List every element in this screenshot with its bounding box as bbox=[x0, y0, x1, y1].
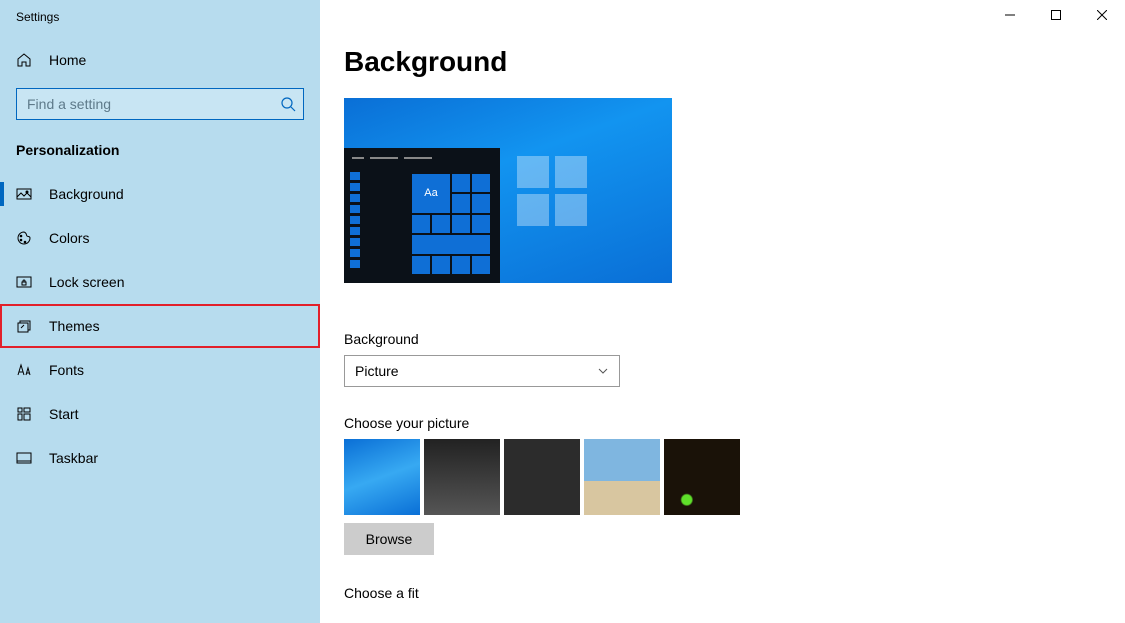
picture-thumb-2[interactable] bbox=[424, 439, 500, 515]
desktop-preview: Aa bbox=[344, 98, 672, 283]
sidebar-item-lockscreen[interactable]: Lock screen bbox=[0, 260, 320, 304]
home-icon bbox=[16, 52, 32, 68]
sidebar-item-themes[interactable]: Themes bbox=[0, 304, 320, 348]
background-label: Background bbox=[344, 331, 1125, 347]
preview-start-menu: Aa bbox=[344, 148, 500, 283]
sidebar-item-start[interactable]: Start bbox=[0, 392, 320, 436]
picture-thumbnails bbox=[344, 439, 1125, 515]
sidebar-item-label: Start bbox=[49, 406, 79, 422]
windows-logo-icon bbox=[517, 156, 587, 226]
sidebar-item-label: Fonts bbox=[49, 362, 84, 378]
sidebar-item-label: Background bbox=[49, 186, 124, 202]
choose-fit-label: Choose a fit bbox=[344, 585, 1125, 601]
sidebar-item-label: Taskbar bbox=[49, 450, 98, 466]
search-box[interactable] bbox=[16, 88, 304, 120]
preview-tile-aa: Aa bbox=[412, 174, 450, 213]
taskbar-icon bbox=[16, 450, 32, 466]
sidebar-item-colors[interactable]: Colors bbox=[0, 216, 320, 260]
picture-thumb-5[interactable] bbox=[664, 439, 740, 515]
sidebar-item-label: Themes bbox=[49, 318, 100, 334]
chevron-down-icon bbox=[597, 365, 609, 377]
lockscreen-icon bbox=[16, 274, 32, 290]
picture-thumb-3[interactable] bbox=[504, 439, 580, 515]
palette-icon bbox=[16, 230, 32, 246]
start-icon bbox=[16, 406, 32, 422]
page-title: Background bbox=[344, 46, 1125, 78]
picture-thumb-1[interactable] bbox=[344, 439, 420, 515]
sidebar-item-label: Lock screen bbox=[49, 274, 124, 290]
sidebar-item-taskbar[interactable]: Taskbar bbox=[0, 436, 320, 480]
sidebar-item-label: Colors bbox=[49, 230, 89, 246]
background-dropdown[interactable]: Picture bbox=[344, 355, 620, 387]
sidebar-item-background[interactable]: Background bbox=[0, 172, 320, 216]
titlebar-controls bbox=[987, 0, 1125, 30]
main-content: Background Aa Background Picture Choose … bbox=[320, 0, 1125, 623]
close-button[interactable] bbox=[1079, 0, 1125, 30]
browse-button[interactable]: Browse bbox=[344, 523, 434, 555]
section-title: Personalization bbox=[0, 136, 320, 172]
sidebar-nav: Background Colors Lock screen Themes Fon… bbox=[0, 172, 320, 480]
app-title: Settings bbox=[0, 10, 320, 42]
choose-picture-label: Choose your picture bbox=[344, 415, 1125, 431]
selection-indicator bbox=[0, 182, 4, 206]
maximize-button[interactable] bbox=[1033, 0, 1079, 30]
search-icon bbox=[280, 96, 296, 112]
picture-thumb-4[interactable] bbox=[584, 439, 660, 515]
sidebar-item-fonts[interactable]: Fonts bbox=[0, 348, 320, 392]
minimize-button[interactable] bbox=[987, 0, 1033, 30]
picture-icon bbox=[16, 186, 32, 202]
home-label: Home bbox=[49, 52, 86, 68]
themes-icon bbox=[16, 318, 32, 334]
search-input[interactable] bbox=[16, 88, 304, 120]
sidebar: Settings Home Personalization Background… bbox=[0, 0, 320, 623]
fonts-icon bbox=[16, 362, 32, 378]
sidebar-home[interactable]: Home bbox=[0, 42, 320, 78]
dropdown-value: Picture bbox=[355, 363, 399, 379]
